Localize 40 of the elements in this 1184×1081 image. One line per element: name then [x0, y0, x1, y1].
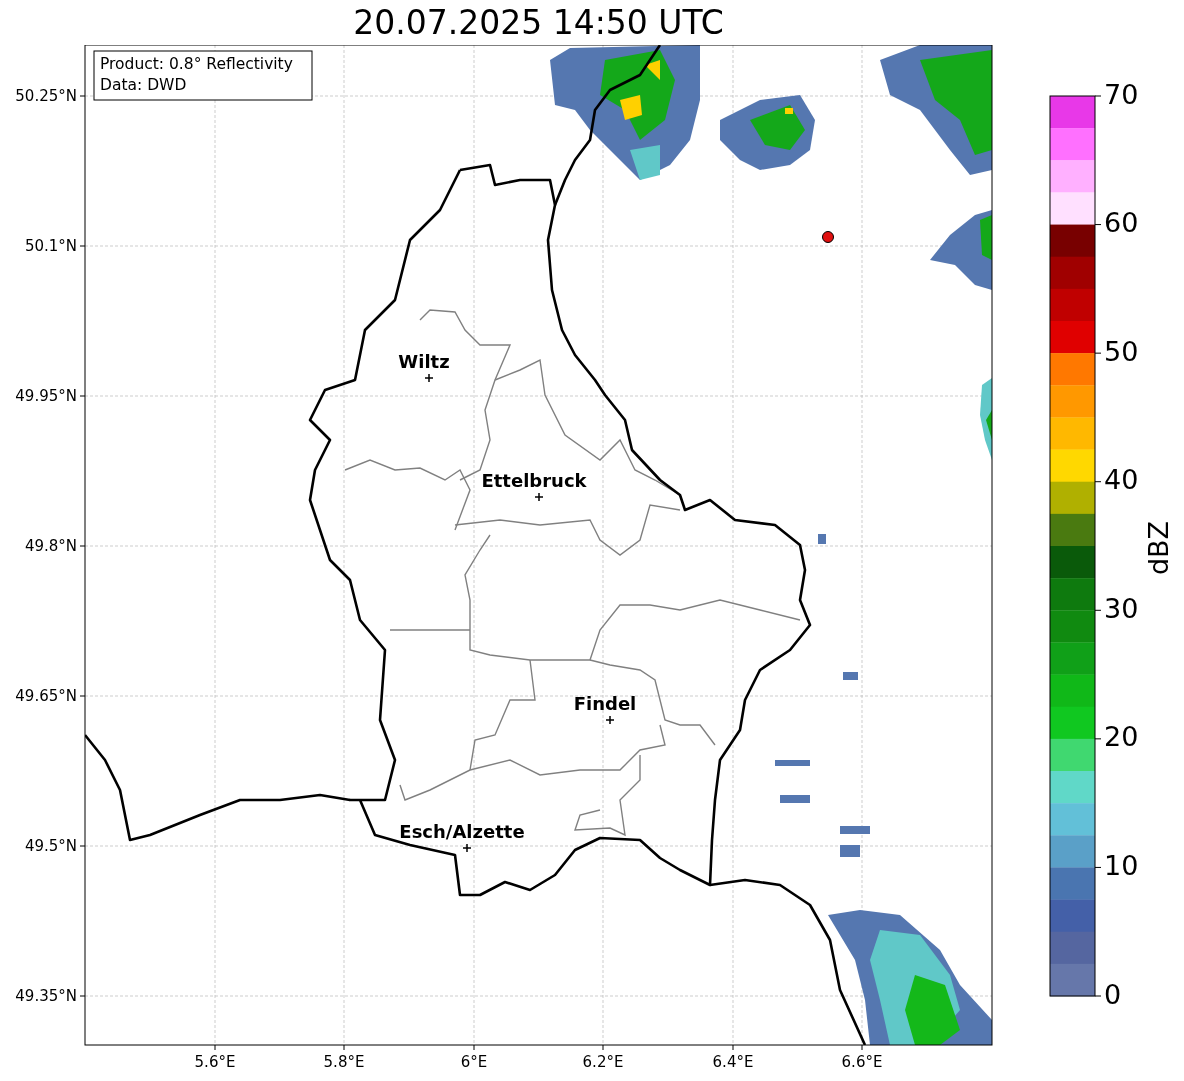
- radar-echo: [840, 845, 860, 857]
- axis-label: 50.25°N: [15, 86, 77, 105]
- axis-label: 5.8°E: [323, 1053, 365, 1071]
- radar-echo: [775, 760, 810, 766]
- colorbar-tick-label: 60: [1104, 207, 1139, 239]
- axis-label: 6°E: [460, 1053, 488, 1071]
- radar-site-marker: [822, 231, 834, 243]
- axis-label: 6.2°E: [582, 1053, 624, 1071]
- colorbar-label: dBZ: [1142, 520, 1174, 576]
- radar-echo: [780, 795, 810, 803]
- colorbar-tick-label: 30: [1104, 592, 1139, 624]
- info-text: Data: DWD: [100, 76, 187, 94]
- axis-label: 49.35°N: [15, 986, 77, 1005]
- axis-label: 5.6°E: [194, 1053, 236, 1071]
- colorbar-tick-label: 20: [1104, 721, 1139, 753]
- axis-label: 49.5°N: [24, 836, 77, 855]
- radar-echo: [843, 672, 858, 680]
- city-label: Wiltz: [398, 351, 450, 372]
- city-label: Ettelbruck: [481, 470, 587, 491]
- colorbar-tick-label: 70: [1104, 78, 1139, 110]
- colorbar-tick-label: 40: [1104, 464, 1139, 496]
- city-marker-icon: [462, 843, 472, 853]
- city-marker-icon: [424, 373, 434, 383]
- colorbar-tick-label: 0: [1104, 978, 1122, 1010]
- axis-label: 6.4°E: [712, 1053, 754, 1071]
- city-marker-icon: [605, 715, 615, 725]
- axis-label: 6.6°E: [841, 1053, 883, 1071]
- radar-echo: [840, 826, 870, 834]
- city-marker-icon: [534, 492, 544, 502]
- axis-label: 49.65°N: [15, 686, 77, 705]
- axis-label: 50.1°N: [24, 236, 77, 255]
- city-label: Findel: [573, 693, 637, 714]
- info-text: Product: 0.8° Reflectivity: [100, 55, 293, 73]
- radar-echo: [818, 534, 826, 544]
- axis-label: 49.8°N: [24, 536, 77, 555]
- axis-label: 49.95°N: [15, 386, 77, 405]
- colorbar-tick-label: 10: [1104, 849, 1139, 881]
- chart-title: 20.07.2025 14:50 UTC: [353, 6, 724, 39]
- city-label: Esch/Alzette: [399, 821, 525, 842]
- colorbar-tick-label: 50: [1104, 335, 1139, 367]
